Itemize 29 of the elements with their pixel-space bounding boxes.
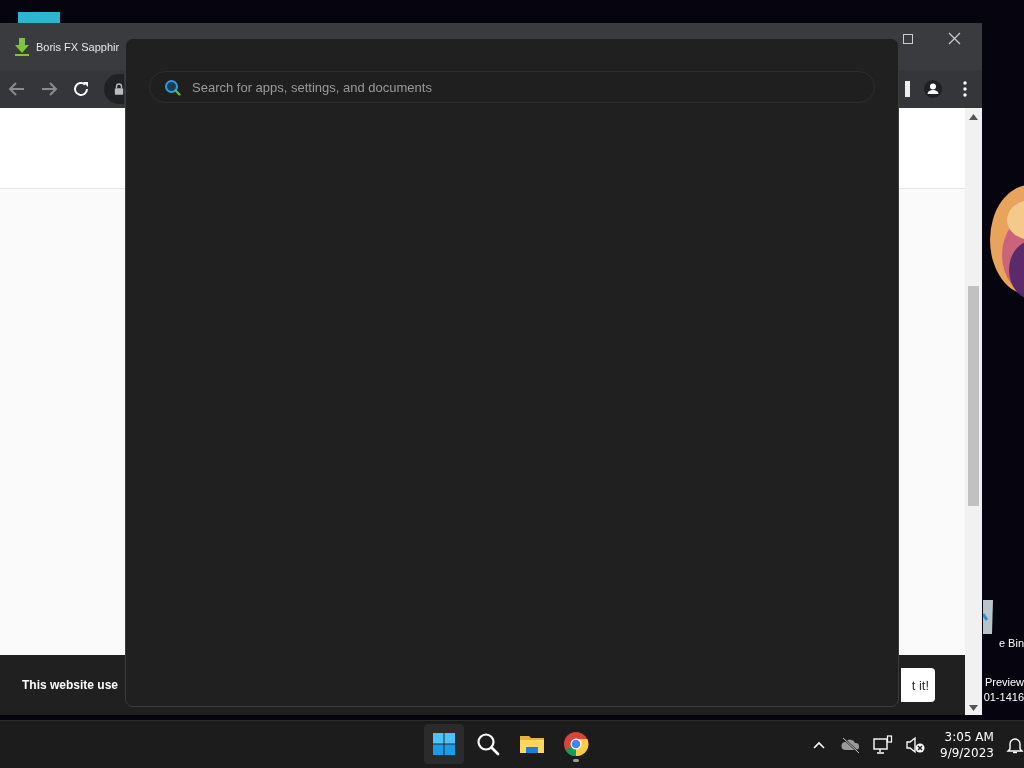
network-icon[interactable] <box>872 734 894 755</box>
recycle-bin-icon[interactable] <box>983 598 993 636</box>
accept-button[interactable]: t it! <box>901 668 935 702</box>
search-icon <box>164 79 181 96</box>
scroll-thumb[interactable] <box>968 286 979 506</box>
scroll-down-icon[interactable] <box>969 705 978 711</box>
desktop-icon-label: e Bin <box>998 636 1024 651</box>
desktop-icon-label: Preview <box>984 675 1024 690</box>
clock-date[interactable]: 9/9/2023 <box>940 744 994 761</box>
reload-icon[interactable] <box>72 80 90 98</box>
cookie-text: This website use <box>22 678 119 692</box>
lock-icon <box>114 83 124 95</box>
address-bar[interactable] <box>104 74 124 104</box>
forward-icon[interactable] <box>40 80 58 98</box>
scroll-up-icon[interactable] <box>969 114 978 120</box>
taskbar-button[interactable] <box>424 724 464 764</box>
scrollbar[interactable] <box>965 108 982 715</box>
desktop-icon[interactable] <box>18 12 60 24</box>
back-icon[interactable] <box>8 80 26 98</box>
search-icon <box>475 731 501 757</box>
tab-title[interactable]: Boris FX Sapphir <box>36 40 120 53</box>
muted-speaker-icon[interactable] <box>904 734 926 755</box>
download-icon <box>14 37 30 56</box>
profile-icon[interactable] <box>924 80 942 98</box>
search-field[interactable]: Search for apps, settings, and documents <box>149 71 875 103</box>
clock-time[interactable]: 3:05 AM <box>944 728 994 745</box>
browser-icon <box>563 731 589 757</box>
windows-icon <box>431 731 457 757</box>
desktop-icon-label: 01-1416 <box>983 690 1024 705</box>
